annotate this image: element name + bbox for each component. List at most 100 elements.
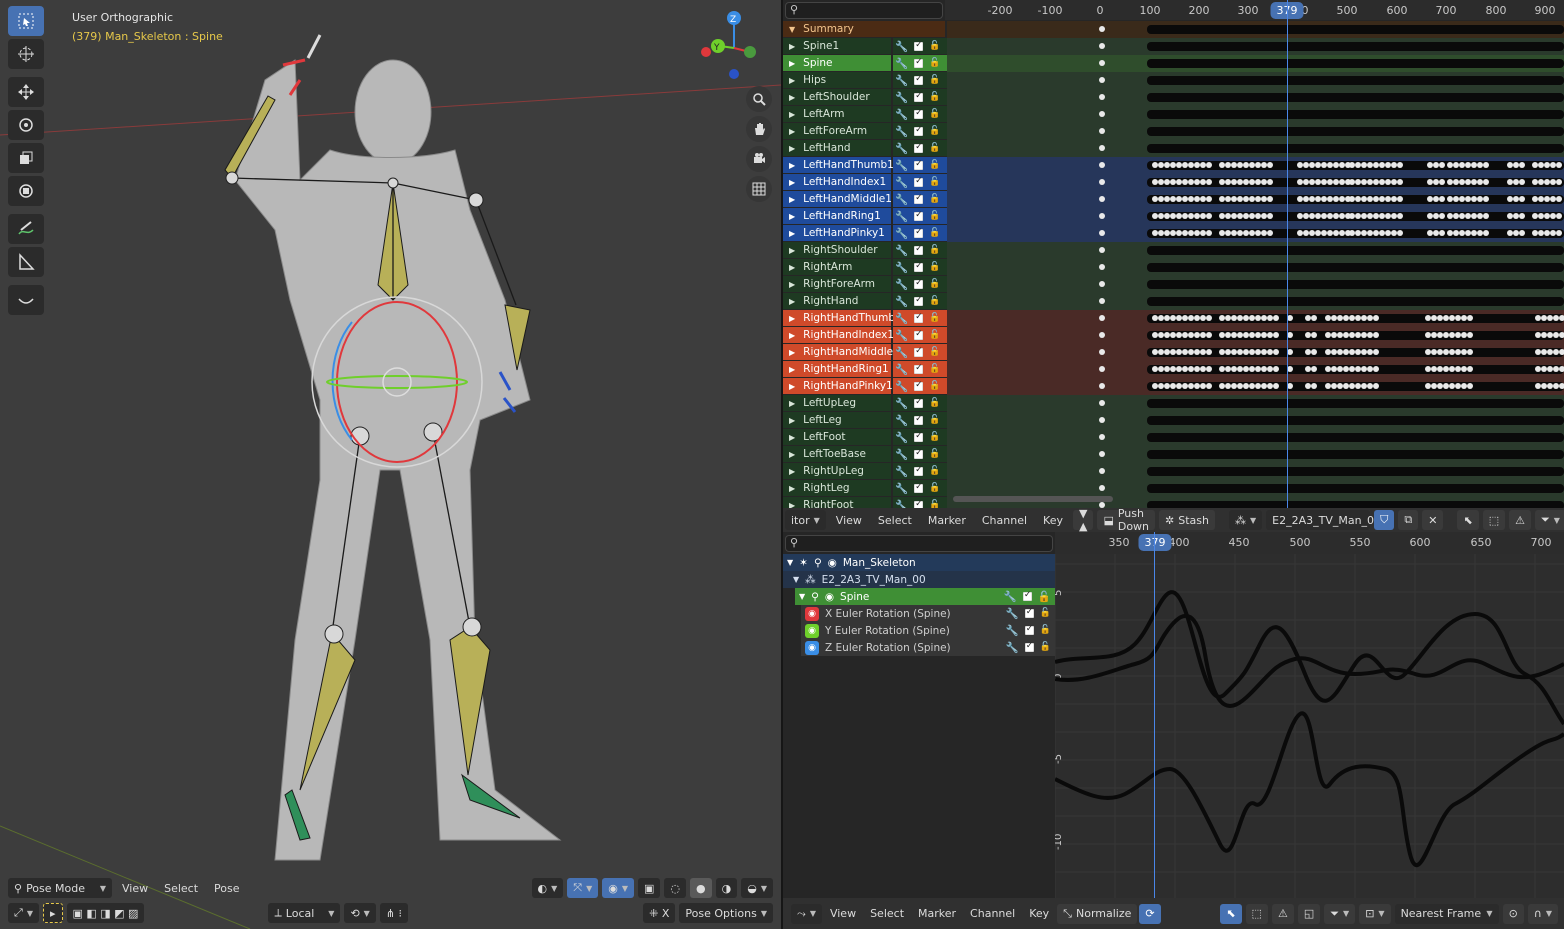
fcurve-row[interactable]: ◉ X Euler Rotation (Spine) 🔧 🔓 xyxy=(801,605,1055,622)
wrench-icon[interactable]: 🔧 xyxy=(895,482,908,495)
channel-name[interactable]: ▶ LeftHandRing1 xyxy=(783,208,891,224)
keyframe[interactable] xyxy=(1439,196,1445,202)
only-selected-icon[interactable]: ⬉ xyxy=(1220,903,1242,924)
channel-row[interactable]: ▶Spine🔧🔓 xyxy=(783,55,947,72)
channel-row[interactable]: ▶LeftArm🔧🔓 xyxy=(783,106,947,123)
pivot-icon[interactable]: ⟲ ▼ xyxy=(344,903,376,923)
keyframe[interactable] xyxy=(1373,349,1379,355)
mute-checkbox[interactable] xyxy=(914,261,924,272)
duplicate-icon[interactable]: ⧉ xyxy=(1398,510,1419,530)
channel-row[interactable]: ▶LeftFoot🔧🔓 xyxy=(783,429,947,446)
keyframe[interactable] xyxy=(1206,332,1212,338)
lock-icon[interactable]: 🔓 xyxy=(929,500,940,508)
channel-name[interactable]: ▶ Spine xyxy=(783,55,891,71)
keyframe[interactable] xyxy=(1273,349,1279,355)
keyframe[interactable] xyxy=(1519,196,1525,202)
expand-triangle-icon[interactable]: ▶ xyxy=(789,433,795,442)
keyframe[interactable] xyxy=(1206,179,1212,185)
filter-icon[interactable]: ⏷ ▼ xyxy=(1324,903,1356,924)
lock-icon[interactable]: 🔓 xyxy=(929,75,940,85)
keyframe[interactable] xyxy=(1397,213,1403,219)
channel-row[interactable]: ▶RightHandPinky1🔧🔓 xyxy=(783,378,947,395)
keyframe[interactable] xyxy=(1373,383,1379,389)
layer-arrows-icon[interactable]: ▼ ▲ xyxy=(1072,507,1094,533)
keyframe[interactable] xyxy=(1397,230,1403,236)
keyframe[interactable] xyxy=(1099,230,1105,236)
channel-row[interactable]: ▶LeftToeBase🔧🔓 xyxy=(783,446,947,463)
keyframe-track[interactable] xyxy=(947,191,1564,208)
keyframe[interactable] xyxy=(1483,213,1489,219)
keyframe[interactable] xyxy=(1373,366,1379,372)
wrench-icon[interactable]: 🔧 xyxy=(895,227,908,240)
keyframe[interactable] xyxy=(1099,179,1105,185)
keyframe[interactable] xyxy=(1099,315,1105,321)
expand-triangle-icon[interactable]: ▶ xyxy=(789,229,795,238)
keyframe-track[interactable] xyxy=(947,106,1564,123)
keyframe[interactable] xyxy=(1483,179,1489,185)
mute-checkbox[interactable] xyxy=(914,244,924,255)
keyframe-track[interactable] xyxy=(947,276,1564,293)
keyframe[interactable] xyxy=(1099,162,1105,168)
keyframe[interactable] xyxy=(1483,230,1489,236)
channel-row[interactable]: ▶LeftHandRing1🔧🔓 xyxy=(783,208,947,225)
menu-view[interactable]: View xyxy=(830,514,868,527)
keyframe[interactable] xyxy=(1559,315,1564,321)
channel-group-spine[interactable]: ▼ ⚲ ◉ Spine 🔧 🔓 xyxy=(795,588,1055,605)
wrench-icon[interactable]: 🔧 xyxy=(895,414,908,427)
lock-icon[interactable]: 🔓 xyxy=(929,262,940,272)
eye-icon[interactable]: ◉ xyxy=(825,591,834,603)
expand-triangle-icon[interactable]: ▶ xyxy=(789,42,795,51)
keyframe[interactable] xyxy=(1099,281,1105,287)
wrench-icon[interactable]: 🔧 xyxy=(895,193,908,206)
fcurve-row[interactable]: ◉ Y Euler Rotation (Spine) 🔧 🔓 xyxy=(801,622,1055,639)
keyframe[interactable] xyxy=(1206,349,1212,355)
falloff-icon[interactable]: ∩ ▼ xyxy=(1527,903,1558,924)
keyframe[interactable] xyxy=(1267,162,1273,168)
gizmo-toggle-icon[interactable]: ⤧ ▼ xyxy=(567,878,599,898)
channel-name[interactable]: ▶ LeftHandIndex1 xyxy=(783,174,891,190)
menu-select[interactable]: Select xyxy=(864,907,910,920)
keyframe[interactable] xyxy=(1099,196,1105,202)
keyframe[interactable] xyxy=(1483,162,1489,168)
mute-checkbox[interactable] xyxy=(914,108,924,119)
select-mode-icons[interactable]: ▣ ◧ ◨ ◩ ▨ xyxy=(66,903,145,923)
auto-normalize-icon[interactable]: ⟳ xyxy=(1139,903,1161,924)
wrench-icon[interactable]: 🔧 xyxy=(895,176,908,189)
camera-icon[interactable] xyxy=(746,146,772,172)
expand-triangle-icon[interactable]: ▶ xyxy=(789,59,795,68)
keyframe-track[interactable] xyxy=(947,344,1564,361)
expand-triangle-icon[interactable]: ▶ xyxy=(789,399,795,408)
eye-icon[interactable]: ◉ xyxy=(805,640,819,655)
fake-user-shield-icon[interactable]: ⛉ xyxy=(1374,510,1395,530)
keyframe[interactable] xyxy=(1273,332,1279,338)
mute-checkbox[interactable] xyxy=(914,312,924,323)
menu-pose[interactable]: Pose xyxy=(208,882,245,895)
mute-checkbox[interactable] xyxy=(914,414,924,425)
mute-checkbox[interactable] xyxy=(914,210,924,221)
channel-name[interactable]: ▶ LeftArm xyxy=(783,106,891,122)
wrench-icon[interactable]: 🔧 xyxy=(895,397,908,410)
hidden-icon[interactable]: ⬚ xyxy=(1245,903,1268,924)
current-frame-indicator[interactable]: 379 xyxy=(1138,534,1172,551)
shading-material-icon[interactable]: ◑ xyxy=(715,878,738,898)
lock-icon[interactable]: 🔓 xyxy=(929,330,940,340)
lock-icon[interactable]: 🔓 xyxy=(929,398,940,408)
keyframe[interactable] xyxy=(1099,43,1105,49)
playhead[interactable] xyxy=(1287,0,1288,508)
graph-frame-ruler[interactable]: 350 400 450 500 550 600 650 700 379 xyxy=(1055,532,1564,554)
keyframe-track[interactable] xyxy=(947,55,1564,72)
channel-row[interactable]: ▶RightLeg🔧🔓 xyxy=(783,480,947,497)
channel-name[interactable]: ▶ Spine1 xyxy=(783,38,891,54)
lock-icon[interactable]: 🔓 xyxy=(929,313,940,323)
channel-row[interactable]: ▶RightHand🔧🔓 xyxy=(783,293,947,310)
mute-checkbox[interactable] xyxy=(914,499,924,508)
keyframe-track[interactable] xyxy=(947,89,1564,106)
lock-icon[interactable]: 🔓 xyxy=(929,177,940,187)
expand-triangle-icon[interactable]: ▶ xyxy=(789,416,795,425)
lock-icon[interactable]: 🔓 xyxy=(929,228,940,238)
expand-triangle-icon[interactable]: ▶ xyxy=(789,382,795,391)
expand-triangle-icon[interactable]: ▶ xyxy=(789,467,795,476)
keyframe[interactable] xyxy=(1099,111,1105,117)
keyframe[interactable] xyxy=(1439,213,1445,219)
scale-icon[interactable] xyxy=(8,143,44,173)
